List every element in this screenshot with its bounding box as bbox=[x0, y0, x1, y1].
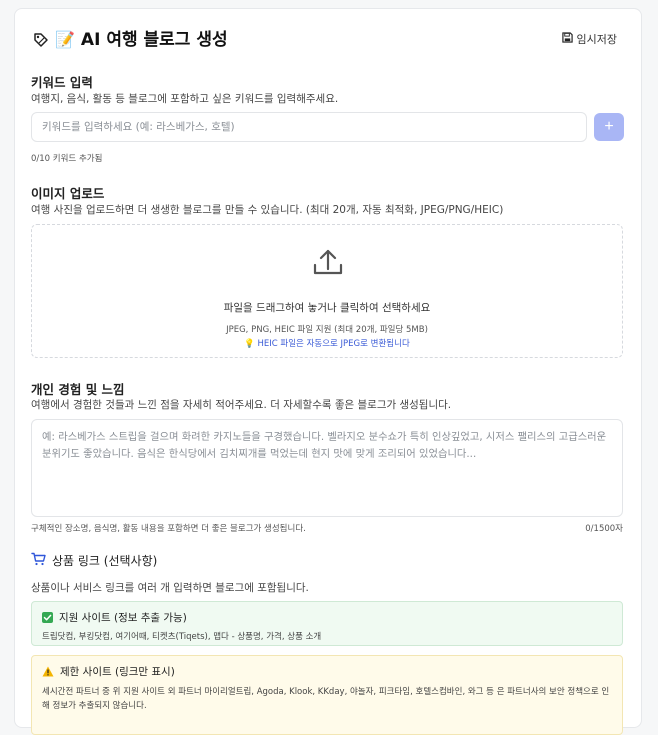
save-draft-button[interactable]: 임시저장 bbox=[561, 31, 617, 47]
experience-hint: 구체적인 장소명, 음식명, 활동 내용을 포함하면 더 좋은 블로그가 생성됩… bbox=[31, 524, 306, 534]
keyword-input[interactable] bbox=[31, 112, 587, 142]
images-description: 여행 사진을 업로드하면 더 생생한 블로그를 만들 수 있습니다. (최대 2… bbox=[31, 204, 504, 216]
product-links-title-row: 상품 링크 (선택사항) bbox=[31, 552, 157, 569]
shopping-cart-icon bbox=[31, 552, 52, 569]
heic-conversion-note: 💡 HEIC 파일은 자동으로 JPEG로 변환됩니다 bbox=[244, 339, 410, 349]
upload-icon bbox=[311, 245, 345, 283]
experience-title: 개인 경험 및 느낌 bbox=[31, 382, 125, 397]
supported-sites-title: 지원 사이트 (정보 추출 가능) bbox=[59, 612, 187, 624]
limited-sites-header: 제한 사이트 (링크만 표시) bbox=[42, 664, 175, 679]
supported-sites-list: 트립닷컴, 부킹닷컴, 여기어때, 티켓츠(Tiqets), 맵다 - 상품명,… bbox=[42, 632, 322, 642]
experience-textarea[interactable] bbox=[31, 419, 623, 517]
tag-icon bbox=[31, 30, 51, 50]
limited-sites-title: 제한 사이트 (링크만 표시) bbox=[60, 666, 175, 678]
keywords-title: 키워드 입력 bbox=[31, 75, 93, 90]
keyword-count-hint: 0/10 키워드 추가됨 bbox=[31, 154, 103, 164]
floppy-disk-icon bbox=[561, 32, 577, 46]
add-keyword-button[interactable]: + bbox=[594, 113, 624, 141]
keywords-description: 여행지, 음식, 활동 등 블로그에 포함하고 싶은 키워드를 입력해주세요. bbox=[31, 93, 339, 105]
title-wrap: 📝 AI 여행 블로그 생성 bbox=[31, 29, 228, 51]
supported-sites-header: 지원 사이트 (정보 추출 가능) bbox=[42, 610, 187, 625]
page-title: AI 여행 블로그 생성 bbox=[80, 30, 228, 50]
images-title: 이미지 업로드 bbox=[31, 186, 105, 201]
image-dropzone[interactable]: 파일을 드래그하여 놓거나 클릭하여 선택하세요 JPEG, PNG, HEIC… bbox=[31, 224, 623, 358]
warning-icon bbox=[42, 666, 54, 677]
limited-sites-box: 제한 사이트 (링크만 표시) 세시간전 파트너 중 위 지원 사이트 외 파트… bbox=[31, 655, 623, 735]
check-box-icon bbox=[42, 612, 53, 623]
save-draft-label: 임시저장 bbox=[576, 33, 617, 46]
supported-sites-box: 지원 사이트 (정보 추출 가능) 트립닷컴, 부킹닷컴, 여기어때, 티켓츠(… bbox=[31, 601, 623, 646]
product-links-description: 상품이나 서비스 링크를 여러 개 입력하면 블로그에 포함됩니다. bbox=[31, 582, 309, 594]
memo-emoji-icon: 📝 bbox=[55, 30, 75, 49]
header: 📝 AI 여행 블로그 생성 임시저장 bbox=[31, 29, 625, 55]
experience-char-counter: 0/1500자 bbox=[585, 524, 623, 534]
blog-generator-card: 📝 AI 여행 블로그 생성 임시저장 키워드 입력 여행지, 음식, 활동 등… bbox=[14, 8, 642, 735]
dropzone-instruction: 파일을 드래그하여 놓거나 클릭하여 선택하세요 bbox=[223, 302, 431, 314]
experience-description: 여행에서 경험한 것들과 느낀 점을 자세히 적어주세요. 더 자세할수록 좋은… bbox=[31, 399, 452, 411]
product-links-title: 상품 링크 (선택사항) bbox=[52, 554, 158, 568]
limited-sites-note: 세시간전 파트너 중 위 지원 사이트 외 파트너 마이리얼트립, Agoda,… bbox=[42, 687, 610, 711]
dropzone-file-info: JPEG, PNG, HEIC 파일 지원 (최대 20개, 파일당 5MB) bbox=[226, 325, 428, 335]
